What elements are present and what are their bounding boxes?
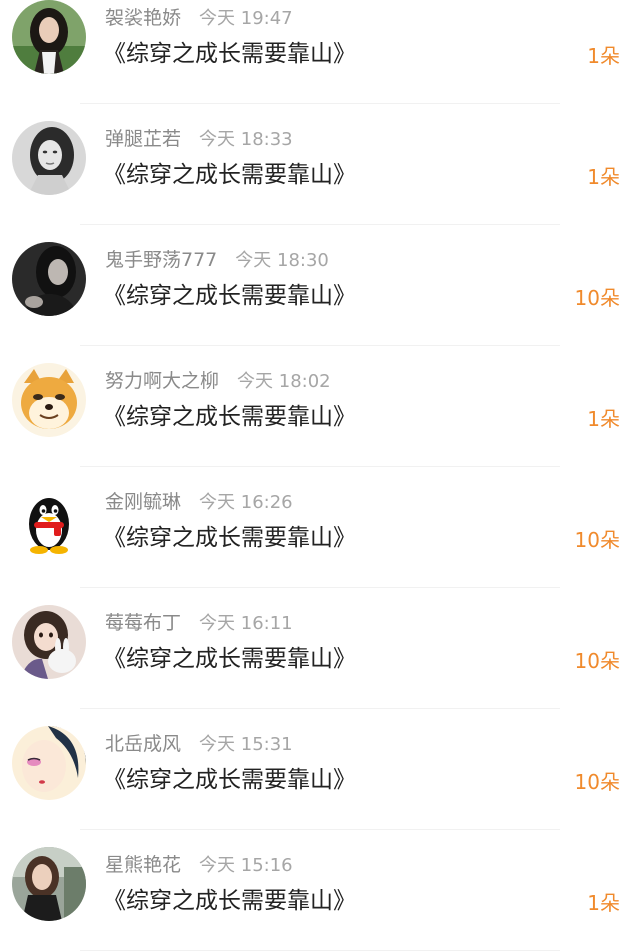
item-meta: 袈裟艳娇 今天 19:47 (105, 3, 293, 33)
timestamp: 今天 18:33 (199, 129, 293, 150)
gift-amount: 1朵 (587, 44, 620, 68)
list-item[interactable]: 弹腿芷若 今天 18:33 《综穿之成长需要靠山》 1朵 (0, 104, 640, 225)
item-meta: 弹腿芷若 今天 18:33 (105, 124, 293, 154)
gift-amount: 10朵 (574, 649, 620, 673)
painted-face-avatar (12, 726, 86, 800)
list-item[interactable]: 星熊艳花 今天 15:16 《综穿之成长需要靠山》 1朵 (0, 830, 640, 951)
user-name[interactable]: 弹腿芷若 (105, 128, 181, 150)
book-title[interactable]: 《综穿之成长需要靠山》 (103, 884, 356, 918)
item-meta: 鬼手野荡777 今天 18:30 (105, 245, 329, 275)
gift-amount: 10朵 (574, 770, 620, 794)
user-name[interactable]: 金刚毓琳 (105, 491, 181, 513)
timestamp: 今天 16:11 (199, 613, 293, 634)
user-name[interactable]: 星熊艳花 (105, 854, 181, 876)
list-item[interactable]: 北岳成风 今天 15:31 《综穿之成长需要靠山》 10朵 (0, 709, 640, 830)
timestamp: 今天 15:31 (199, 734, 293, 755)
list-item[interactable]: 袈裟艳娇 今天 19:47 《综穿之成长需要靠山》 1朵 (0, 0, 640, 104)
book-title[interactable]: 《综穿之成长需要靠山》 (103, 400, 356, 434)
shiba-dog-avatar (12, 363, 86, 437)
gift-amount: 1朵 (587, 891, 620, 915)
timestamp: 今天 18:30 (235, 250, 329, 271)
item-meta: 努力啊大之柳 今天 18:02 (105, 366, 331, 396)
avatar[interactable] (12, 121, 86, 195)
book-title[interactable]: 《综穿之成长需要靠山》 (103, 279, 356, 313)
timestamp: 今天 19:47 (199, 8, 293, 29)
book-title[interactable]: 《综穿之成长需要靠山》 (103, 521, 356, 555)
item-meta: 星熊艳花 今天 15:16 (105, 850, 293, 880)
item-meta: 莓莓布丁 今天 16:11 (105, 608, 293, 638)
avatar[interactable] (12, 484, 86, 558)
timestamp: 今天 16:26 (199, 492, 293, 513)
avatar[interactable] (12, 726, 86, 800)
gift-record-list: 袈裟艳娇 今天 19:47 《综穿之成长需要靠山》 1朵 弹腿芷若 今天 18:33… (0, 0, 640, 951)
item-meta: 北岳成风 今天 15:31 (105, 729, 293, 759)
avatar[interactable] (12, 0, 86, 74)
bw-woman-portrait-avatar (12, 121, 86, 195)
item-meta: 金刚毓琳 今天 16:26 (105, 487, 293, 517)
gift-amount: 10朵 (574, 528, 620, 552)
user-name[interactable]: 袈裟艳娇 (105, 7, 181, 29)
book-title[interactable]: 《综穿之成长需要靠山》 (103, 37, 356, 71)
avatar[interactable] (12, 847, 86, 921)
book-title[interactable]: 《综穿之成长需要靠山》 (103, 763, 356, 797)
dark-portrait-avatar (12, 242, 86, 316)
avatar[interactable] (12, 605, 86, 679)
list-item[interactable]: 金刚毓琳 今天 16:26 《综穿之成长需要靠山》 10朵 (0, 467, 640, 588)
book-title[interactable]: 《综穿之成长需要靠山》 (103, 158, 356, 192)
user-name[interactable]: 莓莓布丁 (105, 612, 181, 634)
gift-amount: 10朵 (574, 286, 620, 310)
timestamp: 今天 18:02 (237, 371, 331, 392)
woman-dark-hair-avatar (12, 0, 86, 74)
user-name[interactable]: 努力啊大之柳 (105, 370, 219, 392)
woman-outdoor-avatar (12, 847, 86, 921)
gift-amount: 1朵 (587, 165, 620, 189)
book-title[interactable]: 《综穿之成长需要靠山》 (103, 642, 356, 676)
avatar[interactable] (12, 363, 86, 437)
user-name[interactable]: 北岳成风 (105, 733, 181, 755)
girl-with-bunny-avatar (12, 605, 86, 679)
list-item[interactable]: 莓莓布丁 今天 16:11 《综穿之成长需要靠山》 10朵 (0, 588, 640, 709)
gift-amount: 1朵 (587, 407, 620, 431)
list-item[interactable]: 鬼手野荡777 今天 18:30 《综穿之成长需要靠山》 10朵 (0, 225, 640, 346)
qq-penguin-avatar (12, 484, 86, 558)
list-item[interactable]: 努力啊大之柳 今天 18:02 《综穿之成长需要靠山》 1朵 (0, 346, 640, 467)
user-name[interactable]: 鬼手野荡777 (105, 249, 217, 271)
avatar[interactable] (12, 242, 86, 316)
timestamp: 今天 15:16 (199, 855, 293, 876)
